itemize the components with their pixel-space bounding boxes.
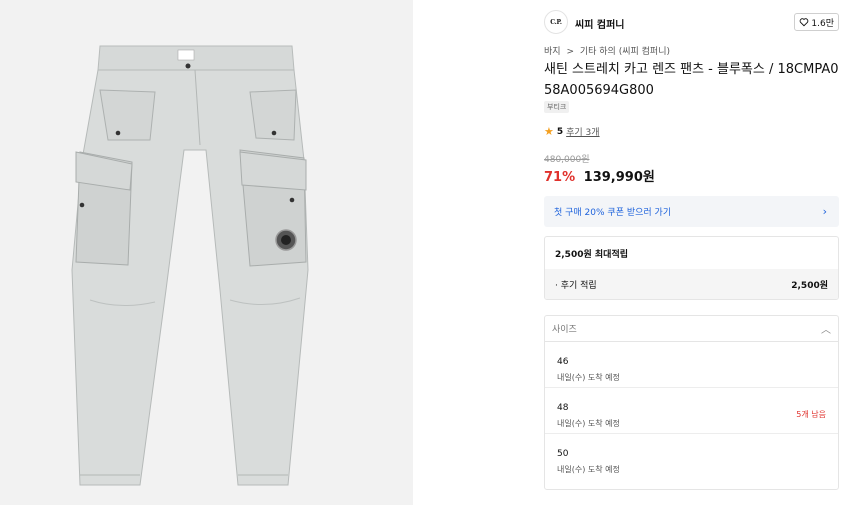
star-icon: ★: [544, 125, 554, 138]
boutique-tag: 부티크: [544, 101, 570, 113]
size-option[interactable]: 50 내일(수) 도착 예정: [545, 434, 838, 480]
size-value: 46: [557, 357, 569, 367]
arrival-text: 내일(수) 도착 예정: [557, 465, 620, 474]
review-points-label: · 후기 적립: [555, 281, 597, 291]
points-box: 2,500원 최대적립 · 후기 적립 2,500원: [544, 236, 839, 300]
arrival-text: 내일(수) 도착 예정: [557, 419, 620, 428]
size-dropdown-header[interactable]: 사이즈 ︿: [545, 316, 838, 342]
sale-price: 139,990원: [583, 170, 655, 185]
breadcrumb-separator: >: [566, 47, 574, 57]
size-value: 50: [557, 449, 569, 459]
like-count: 1.6만: [811, 18, 834, 29]
breadcrumb-item-category[interactable]: 바지: [544, 47, 561, 57]
coupon-label: 첫 구매 20% 쿠폰 받으러 가기: [554, 208, 672, 218]
size-value: 48: [557, 403, 569, 413]
sale-price-row: 71% 139,990원: [544, 166, 655, 185]
brand-row: C.P. 씨피 컴퍼니 1.6만: [544, 10, 839, 34]
size-placeholder: 사이즈: [552, 325, 577, 335]
rating-row: ★ 5 후기 3개: [544, 125, 600, 138]
product-image-panel[interactable]: [0, 0, 413, 505]
coupon-banner[interactable]: 첫 구매 20% 쿠폰 받으러 가기 ›: [544, 196, 839, 227]
stock-left: 5개 남음: [796, 410, 826, 419]
brand-name[interactable]: 씨피 컴퍼니: [575, 16, 624, 31]
product-title: 새틴 스트레치 카고 렌즈 팬츠 - 블루폭스 / 18CMPA058A0056…: [544, 62, 839, 98]
review-points-row: · 후기 적립 2,500원: [545, 269, 838, 299]
review-points-amount: 2,500원: [791, 281, 828, 291]
chevron-up-icon: ︿: [821, 325, 831, 336]
chevron-right-icon: ›: [822, 205, 827, 218]
rating-score: 5: [556, 126, 564, 137]
size-dropdown[interactable]: 사이즈 ︿ 46 내일(수) 도착 예정 48 내일(수) 도착 예정 5개 남…: [544, 315, 839, 490]
like-button[interactable]: 1.6만: [794, 13, 839, 31]
original-price: 480,000원: [544, 155, 590, 165]
reviews-link[interactable]: 후기 3개: [566, 125, 599, 138]
max-points: 2,500원 최대적립: [555, 249, 629, 260]
discount-rate: 71%: [544, 170, 576, 185]
arrival-text: 내일(수) 도착 예정: [557, 373, 620, 382]
size-option[interactable]: 48 내일(수) 도착 예정 5개 남음: [545, 388, 838, 434]
brand-logo[interactable]: C.P.: [544, 10, 568, 34]
breadcrumb: 바지 > 기타 하의 (씨피 컴퍼니): [544, 44, 673, 57]
product-info: C.P. 씨피 컴퍼니 1.6만 바지 > 기타 하의 (씨피 컴퍼니) 새틴 …: [544, 0, 840, 505]
size-option[interactable]: 46 내일(수) 도착 예정: [545, 342, 838, 388]
breadcrumb-item-subcategory[interactable]: 기타 하의 (씨피 컴퍼니): [580, 47, 670, 57]
product-image: [71, 45, 309, 486]
heart-icon: [800, 18, 809, 27]
